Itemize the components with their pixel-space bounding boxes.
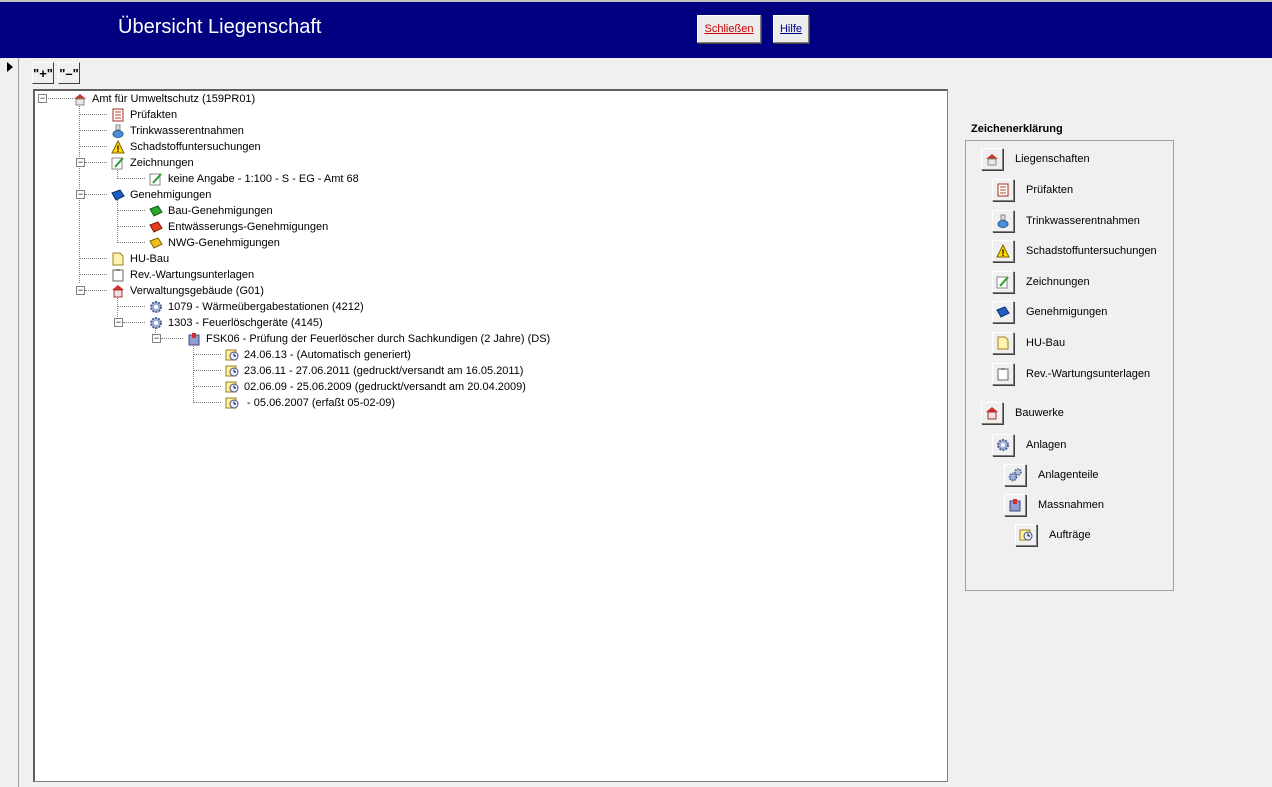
tree-node-auftrag[interactable]: 02.06.09 - 25.06.2009 (gedruckt/versandt…: [225, 379, 526, 395]
svg-text:!: !: [117, 144, 120, 154]
flask-icon: [111, 124, 125, 138]
collapse-toggle[interactable]: −: [38, 94, 47, 103]
warning-icon[interactable]: !: [992, 240, 1014, 262]
measure-icon[interactable]: [1004, 494, 1026, 516]
legend-item-zeichnungen: Zeichnungen: [992, 271, 1090, 293]
collapse-toggle[interactable]: −: [76, 158, 85, 167]
order-clock-icon: [225, 364, 239, 378]
warning-icon: !: [111, 140, 125, 154]
legend-item-massnahmen: Massnahmen: [1004, 494, 1104, 516]
legend-item-hubau: HU-Bau: [992, 332, 1065, 354]
tree-node-schadstoff[interactable]: ! Schadstoffuntersuchungen: [111, 139, 261, 155]
clipboard-icon: [111, 268, 125, 282]
legend-title: Zeichenerklärung: [971, 123, 1063, 135]
legend-item-trinkwasser: Trinkwasserentnahmen: [992, 210, 1140, 232]
tree-node-entw-gen[interactable]: Entwässerungs-Genehmigungen: [149, 219, 328, 235]
measure-icon: [187, 332, 201, 346]
clipboard-icon[interactable]: [992, 363, 1014, 385]
collapse-all-button[interactable]: "–": [58, 62, 80, 84]
tree-node-anlage-1303[interactable]: 1303 - Feuerlöschgeräte (4145): [149, 315, 323, 331]
drawing-icon: [149, 172, 163, 186]
book-green-icon: [149, 204, 163, 218]
page-icon: [111, 252, 125, 266]
building-icon[interactable]: [981, 402, 1003, 424]
close-button[interactable]: Schließen: [697, 15, 761, 43]
book-red-icon: [149, 220, 163, 234]
expand-all-button[interactable]: "+": [32, 62, 54, 84]
building-icon: [111, 284, 125, 298]
tree-view[interactable]: − − − − − − Amt für Umweltschutz (159PR0…: [33, 89, 948, 782]
document-icon[interactable]: [992, 179, 1014, 201]
record-pointer-icon: [7, 62, 13, 72]
gear-icon: [149, 316, 163, 330]
collapse-toggle[interactable]: −: [76, 190, 85, 199]
page-icon[interactable]: [992, 332, 1014, 354]
order-clock-icon[interactable]: [1015, 524, 1037, 546]
legend-panel: Liegenschaften Prüfakten Trinkwasserentn…: [965, 140, 1174, 591]
legend-item-anlagenteile: Anlagenteile: [1004, 464, 1099, 486]
collapse-toggle[interactable]: −: [114, 318, 123, 327]
tree-node-pruefakten[interactable]: Prüfakten: [111, 107, 177, 123]
drawing-icon: [111, 156, 125, 170]
tree-node-zeichnungen[interactable]: Zeichnungen: [111, 155, 194, 171]
book-icon: [111, 188, 125, 202]
tree-node-root[interactable]: Amt für Umweltschutz (159PR01): [73, 91, 255, 107]
tree-node-hubau[interactable]: HU-Bau: [111, 251, 169, 267]
order-clock-icon: [225, 380, 239, 394]
tree-node-bau-gen[interactable]: Bau-Genehmigungen: [149, 203, 273, 219]
book-yellow-icon: [149, 236, 163, 250]
collapse-toggle[interactable]: −: [76, 286, 85, 295]
order-clock-icon: [225, 396, 239, 410]
tree-node-trinkwasser[interactable]: Trinkwasserentnahmen: [111, 123, 244, 139]
tree-node-anlage-1079[interactable]: 1079 - Wärmeübergabestationen (4212): [149, 299, 364, 315]
legend-item-auftraege: Aufträge: [1015, 524, 1091, 546]
property-icon[interactable]: [981, 148, 1003, 170]
gear-icon[interactable]: [992, 434, 1014, 456]
tree-node-nwg-gen[interactable]: NWG-Genehmigungen: [149, 235, 280, 251]
svg-text:!: !: [1002, 248, 1005, 258]
tree-node-auftrag[interactable]: 24.06.13 - (Automatisch generiert): [225, 347, 411, 363]
tree-node-auftrag[interactable]: - 05.06.2007 (erfaßt 05-02-09): [225, 395, 395, 411]
tree-node-massnahme[interactable]: FSK06 - Prüfung der Feuerlöscher durch S…: [187, 331, 550, 347]
tree-node-rev[interactable]: Rev.-Wartungsunterlagen: [111, 267, 254, 283]
page-title: Übersicht Liegenschaft: [118, 16, 322, 38]
record-selector[interactable]: [0, 58, 19, 787]
tree-node-verwaltung[interactable]: Verwaltungsgebäude (G01): [111, 283, 264, 299]
help-button[interactable]: Hilfe: [773, 15, 809, 43]
order-clock-icon: [225, 348, 239, 362]
property-icon: [73, 92, 87, 106]
legend-item-bauwerke: Bauwerke: [981, 402, 1064, 424]
tree-node-auftrag[interactable]: 23.06.11 - 27.06.2011 (gedruckt/versandt…: [225, 363, 523, 379]
legend-item-liegenschaften: Liegenschaften: [981, 148, 1090, 170]
header-bar: Übersicht Liegenschaft Schließen Hilfe: [0, 0, 1272, 58]
drawing-icon[interactable]: [992, 271, 1014, 293]
legend-item-anlagen: Anlagen: [992, 434, 1066, 456]
legend-item-rev: Rev.-Wartungsunterlagen: [992, 363, 1150, 385]
legend-item-genehmigungen: Genehmigungen: [992, 301, 1107, 323]
document-icon: [111, 108, 125, 122]
gear-icon: [149, 300, 163, 314]
flask-icon[interactable]: [992, 210, 1014, 232]
legend-item-schadstoff: ! Schadstoffuntersuchungen: [992, 240, 1157, 262]
book-icon[interactable]: [992, 301, 1014, 323]
legend-item-pruefakten: Prüfakten: [992, 179, 1073, 201]
tree-node-zeichnung[interactable]: keine Angabe - 1:100 - S - EG - Amt 68: [149, 171, 359, 187]
tree-node-genehmigungen[interactable]: Genehmigungen: [111, 187, 211, 203]
collapse-toggle[interactable]: −: [152, 334, 161, 343]
gears-icon[interactable]: [1004, 464, 1026, 486]
